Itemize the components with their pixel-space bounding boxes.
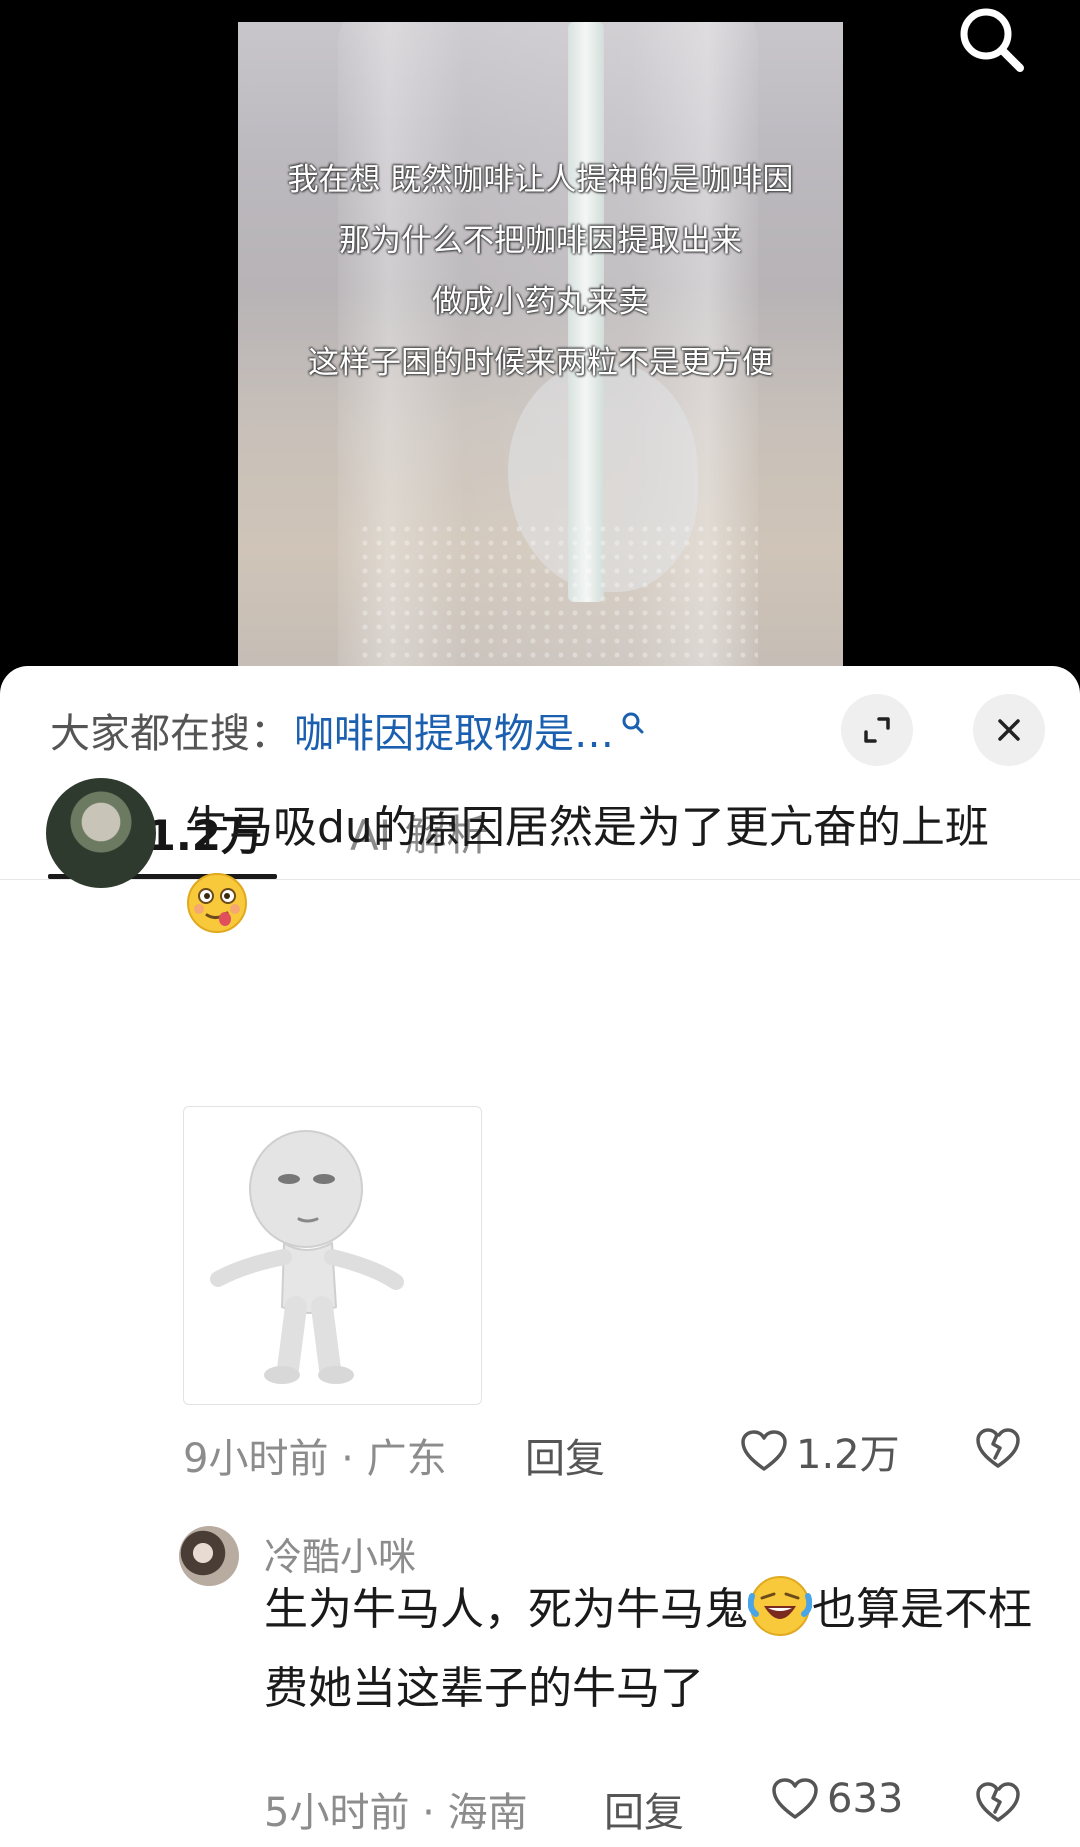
search-icon[interactable] [950, 0, 1030, 80]
expand-button[interactable] [841, 694, 913, 766]
woozy-face-emoji-icon [187, 873, 247, 933]
rolling-laughing-emoji-icon [748, 1576, 812, 1636]
broken-heart-icon[interactable] [975, 1782, 1021, 1824]
comment-text[interactable]: 生为牛马人，死为牛马鬼 也算是不枉费她当这辈子的牛马了 [264, 1570, 1054, 1728]
avatar[interactable] [179, 1526, 239, 1586]
trending-query-link[interactable]: 咖啡因提取物是… [294, 701, 614, 759]
close-icon[interactable] [993, 714, 1025, 746]
comment-time-location: 5小时前 · 海南 [264, 1790, 528, 1836]
reply-button[interactable]: 回复 [604, 1780, 684, 1838]
trending-search-bar[interactable]: 大家都在搜： 咖啡因提取物是… [50, 700, 646, 760]
like-button[interactable]: 1.2万 [740, 1422, 900, 1480]
video-caption: 我在想 既然咖啡让人提神的是咖啡因 那为什么不把咖啡因提取出来 做成小药丸来卖 … [238, 150, 843, 394]
avatar[interactable] [46, 778, 156, 888]
video-player[interactable]: 我在想 既然咖啡让人提神的是咖啡因 那为什么不把咖啡因提取出来 做成小药丸来卖 … [0, 0, 1080, 690]
like-count: 633 [827, 1776, 904, 1822]
video-frame[interactable]: 我在想 既然咖啡让人提神的是咖啡因 那为什么不把咖啡因提取出来 做成小药丸来卖 … [238, 22, 843, 682]
comment-time-location: 9小时前 · 广东 [183, 1436, 447, 1482]
comment-body: 牛马吸du的原因居然是为了更亢奋的上班 [185, 802, 989, 853]
like-count: 1.2万 [796, 1432, 900, 1478]
dislike-button[interactable] [975, 1782, 1021, 1834]
video-caption-line: 我在想 既然咖啡让人提神的是咖啡因 [287, 162, 794, 198]
video-bubbles [358, 522, 758, 662]
reply-button[interactable]: 回复 [525, 1426, 605, 1484]
comment-sheet: 大家都在搜： 咖啡因提取物是… 评论 1.2万 AI 解析 牛马吸du的原因居然… [0, 666, 1080, 1847]
dislike-button[interactable] [975, 1428, 1021, 1480]
comment-sticker-image[interactable] [183, 1106, 482, 1405]
trending-label: 大家都在搜： [50, 711, 290, 757]
search-button[interactable] [950, 0, 1030, 80]
expand-icon[interactable] [859, 712, 895, 748]
video-caption-line: 这样子困的时候来两粒不是更方便 [308, 345, 773, 381]
heart-icon[interactable] [740, 1429, 788, 1473]
small-search-icon[interactable] [620, 710, 646, 736]
video-caption-line: 那为什么不把咖啡因提取出来 [339, 223, 742, 259]
close-button[interactable] [973, 694, 1045, 766]
white-figure-sticker [210, 1130, 404, 1384]
comment-text[interactable]: 牛马吸du的原因居然是为了更亢奋的上班 [185, 788, 1045, 946]
like-button[interactable]: 633 [771, 1776, 903, 1822]
heart-icon[interactable] [771, 1777, 819, 1821]
broken-heart-icon[interactable] [975, 1428, 1021, 1470]
comment-body: 生为牛马人，死为牛马鬼 [264, 1584, 748, 1635]
video-caption-line: 做成小药丸来卖 [432, 284, 649, 320]
